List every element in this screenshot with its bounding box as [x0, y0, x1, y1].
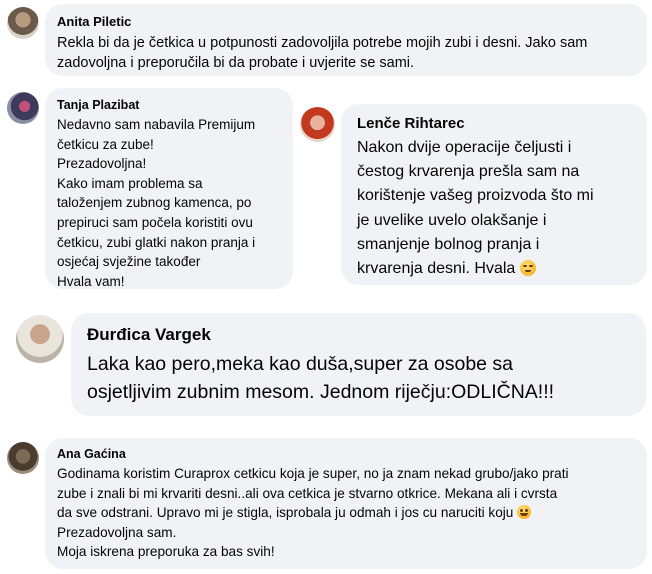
comment-bubble-tanja-plazibat: Tanja Plazibat Nedavno sam nabavila Prem…	[45, 88, 293, 289]
avatar-durdica-vargek[interactable]	[16, 315, 64, 363]
comment-text: Nedavno sam nabavila Premijum četkicu za…	[57, 117, 256, 289]
comment-author[interactable]: Ana Gaćina	[57, 446, 635, 463]
avatar-ana-gacina[interactable]	[7, 442, 39, 474]
avatar-lence-rihtarec[interactable]	[300, 107, 335, 142]
comment-text: Godinama koristim Curaprox cetkicu koja …	[57, 464, 635, 562]
avatar-tanja-plazibat[interactable]	[7, 92, 39, 124]
comment-text: Laka kao pero,meka kao duša,super za oso…	[87, 353, 555, 403]
smiling-face-emoji	[517, 505, 532, 520]
avatar-anita-piletic[interactable]	[7, 7, 39, 39]
comment-bubble-durdica-vargek: Đurđica Vargek Laka kao pero,meka kao du…	[71, 313, 646, 416]
comment-bubble-anita-piletic: Anita Piletic Rekla bi da je četkica u p…	[45, 4, 647, 76]
comment-text-content: Nakon dvije operacije čeljusti i čestog …	[357, 139, 594, 278]
comment-text: Nakon dvije operacije čeljusti i čestog …	[357, 136, 633, 281]
relieved-face-emoji	[519, 260, 536, 277]
comment-bubble-lence-rihtarec: Lenče Rihtarec Nakon dvije operacije čel…	[341, 104, 647, 285]
comment-author[interactable]: Tanja Plazibat	[57, 97, 281, 114]
comment-author[interactable]: Anita Piletic	[57, 13, 635, 30]
comment-text: Rekla bi da je četkica u potpunosti zado…	[57, 35, 588, 71]
comment-author[interactable]: Đurđica Vargek	[87, 324, 630, 346]
comment-text-content: Godinama koristim Curaprox cetkicu koja …	[57, 466, 569, 521]
comment-text-continuation: Prezadovoljna sam. Moja iskrena preporuk…	[57, 524, 275, 560]
comment-bubble-ana-gacina: Ana Gaćina Godinama koristim Curaprox ce…	[45, 438, 647, 569]
comment-author[interactable]: Lenče Rihtarec	[357, 114, 633, 134]
